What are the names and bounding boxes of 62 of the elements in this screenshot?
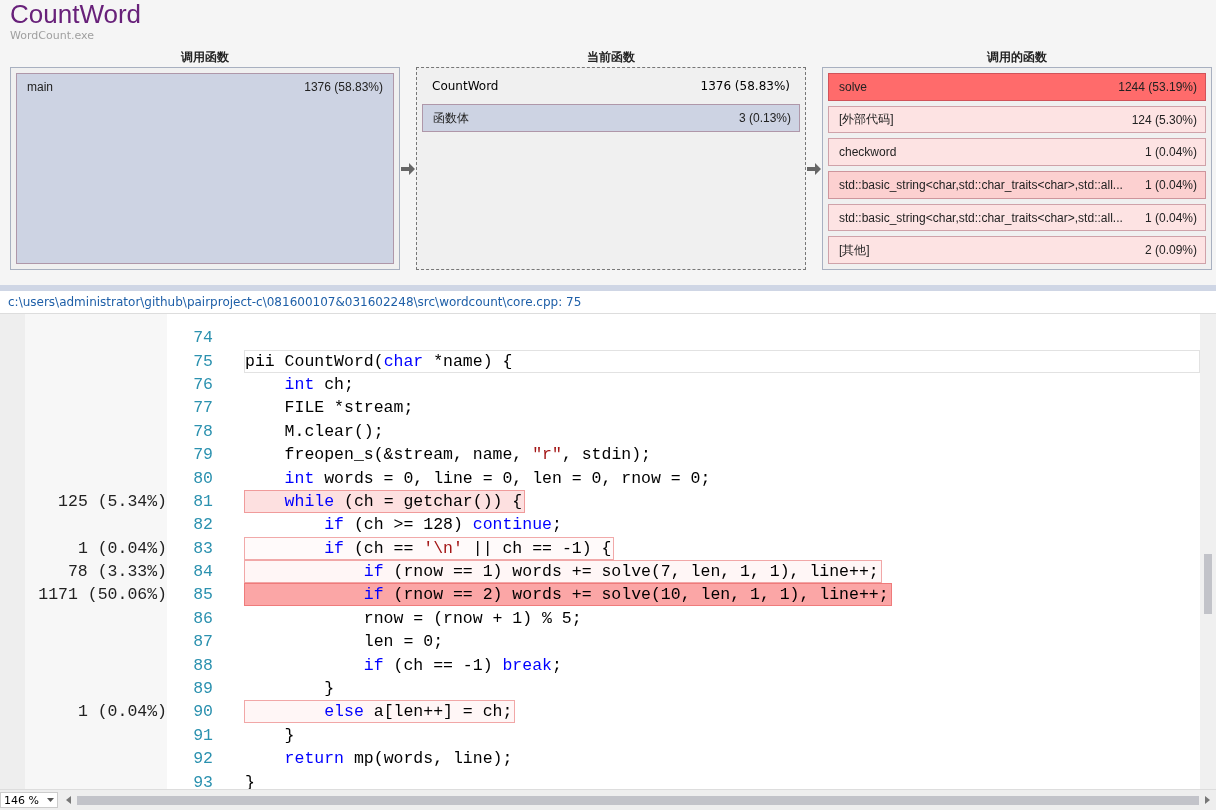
line-number: 78 bbox=[192, 421, 213, 441]
hit-count: 78 (3.33%) bbox=[67, 562, 167, 582]
line-number: 93 bbox=[192, 772, 213, 789]
code-line: } bbox=[323, 678, 336, 701]
panel-heading: 调用的函数 bbox=[986, 49, 1048, 66]
vertical-scrollbar[interactable] bbox=[1200, 314, 1216, 789]
line-number: 84 bbox=[192, 562, 213, 582]
zoom-dropdown[interactable]: 146 % bbox=[0, 792, 58, 808]
line-number: 86 bbox=[192, 608, 213, 628]
code-line: FILE *stream; bbox=[283, 397, 415, 420]
code-line: int ch; bbox=[283, 373, 355, 396]
page-subtitle: WordCount.exe bbox=[10, 28, 95, 44]
code-line: } bbox=[283, 724, 296, 747]
line-number: 81 bbox=[192, 491, 213, 511]
code-line: len = 0; bbox=[362, 631, 445, 654]
panel-heading: 调用函数 bbox=[180, 49, 230, 66]
arrow-icon bbox=[400, 162, 416, 175]
page-title: CountWord bbox=[10, 0, 143, 28]
hit-count: 1 (0.04%) bbox=[77, 538, 167, 558]
line-number: 82 bbox=[192, 515, 213, 535]
code-line: rnow = (rnow + 1) % 5; bbox=[362, 607, 583, 630]
code-line: } bbox=[244, 771, 256, 789]
line-number: 76 bbox=[192, 374, 213, 394]
function-item[interactable]: main 1376 (58.83%) bbox=[16, 73, 394, 264]
scroll-left-icon[interactable] bbox=[66, 796, 71, 804]
hit-count: 125 (5.34%) bbox=[58, 491, 167, 511]
line-number: 92 bbox=[192, 749, 213, 769]
line-number: 87 bbox=[192, 632, 213, 652]
function-name: CountWord bbox=[432, 79, 499, 93]
splitter[interactable] bbox=[0, 285, 1216, 291]
scroll-right-icon[interactable] bbox=[1205, 796, 1210, 804]
file-path: c:\users\administrator\github\pairproject-c\081600107&031602248\src\wordcount\core.cpp: 75 bbox=[8, 295, 582, 309]
line-number: 88 bbox=[192, 655, 213, 675]
line-number: 74 bbox=[192, 328, 213, 348]
function-value: 1376 (58.83%) bbox=[700, 79, 790, 93]
function-item[interactable]: [外部代码] 124 (5.30%) bbox=[828, 105, 1206, 134]
function-item[interactable]: [其他] 2 (0.09%) bbox=[828, 236, 1206, 265]
function-item[interactable]: solve 1244 (53.19%) bbox=[828, 73, 1206, 101]
hit-count: 1171 (50.06%) bbox=[38, 585, 167, 605]
arrow-icon bbox=[806, 162, 822, 175]
code-line: int words = 0, line = 0, len = 0, rnow = 0; bbox=[283, 467, 712, 490]
function-item[interactable]: 函数体 3 (0.13%) bbox=[422, 104, 800, 132]
line-number: 75 bbox=[192, 351, 213, 371]
function-item[interactable]: std::basic_string<char,std::char_traits<char>,std::all... 1 (0.04%) bbox=[828, 203, 1206, 232]
function-item[interactable]: std::basic_string<char,std::char_traits<char>,std::all... 1 (0.04%) bbox=[828, 171, 1206, 199]
panel-heading: 当前函数 bbox=[586, 49, 636, 66]
code-line: if (ch >= 128) continue; bbox=[323, 514, 563, 537]
line-number: 89 bbox=[192, 679, 213, 699]
line-number: 77 bbox=[192, 398, 213, 418]
hit-count: 1 (0.04%) bbox=[77, 702, 167, 722]
code-line: if (ch == -1) break; bbox=[362, 654, 563, 677]
code-line: freopen_s(&stream, name, "r", stdin); bbox=[283, 444, 652, 467]
line-number: 85 bbox=[192, 585, 213, 605]
line-number: 80 bbox=[192, 468, 213, 488]
caret-icon bbox=[47, 798, 54, 802]
line-number: 90 bbox=[192, 702, 213, 722]
line-number: 91 bbox=[192, 725, 213, 745]
line-number: 79 bbox=[192, 445, 213, 465]
line-number: 83 bbox=[192, 538, 213, 558]
function-item[interactable]: checkword 1 (0.04%) bbox=[828, 138, 1206, 166]
code-line: M.clear(); bbox=[283, 420, 385, 443]
code-line: return mp(words, line); bbox=[283, 748, 514, 771]
